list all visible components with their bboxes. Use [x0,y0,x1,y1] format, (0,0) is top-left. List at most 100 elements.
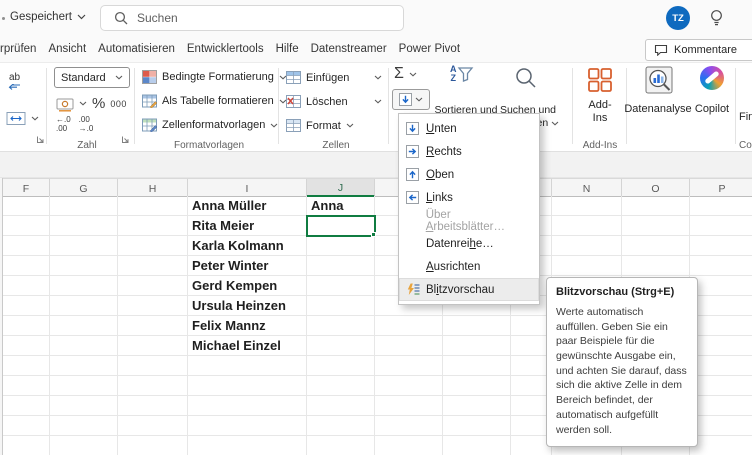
cell-i1[interactable]: Anna Müller [188,196,307,216]
cell-h8[interactable] [118,336,188,356]
active-cell-j2[interactable] [306,215,376,237]
cell-g9[interactable] [50,356,118,376]
cell-g3[interactable] [50,236,118,256]
number-format-dropdown[interactable]: Standard [54,67,130,88]
cell-styles-button[interactable]: Zellenformatvorlagen [142,118,278,132]
column-header-g[interactable]: G [50,179,118,197]
cell-i12[interactable] [188,416,307,436]
menu-item-blitzvorschau[interactable]: Blitzvorschau [399,278,539,301]
cell-n2[interactable] [552,216,622,236]
cell-f8[interactable] [3,336,50,356]
conditional-formatting-button[interactable]: Bedingte Formatierung [142,70,287,84]
tab-ansicht[interactable]: Ansicht [48,41,86,57]
percent-style-button[interactable]: % [92,95,105,112]
cell-f6[interactable] [3,296,50,316]
cell-g5[interactable] [50,276,118,296]
cell-h9[interactable] [118,356,188,376]
cell-f11[interactable] [3,396,50,416]
find-select-icon[interactable] [514,66,538,90]
copilot-icon[interactable] [700,66,724,90]
cell-i3[interactable]: Karla Kolmann [188,236,307,256]
cell-p4[interactable] [690,256,752,276]
column-header-n[interactable]: N [552,179,622,197]
column-header-j[interactable]: J [307,179,375,197]
cell-i5[interactable]: Gerd Kempen [188,276,307,296]
cell-k12[interactable] [375,416,443,436]
tab-entwicklertools[interactable]: Entwicklertools [187,41,264,57]
add-ins-icon[interactable] [587,67,613,93]
fill-button-open[interactable] [392,89,430,110]
format-as-table-button[interactable]: Als Tabelle formatieren [142,94,287,108]
accounting-format-button[interactable]: % 000 [56,95,127,112]
search-input[interactable] [137,11,367,25]
cell-j11[interactable] [307,396,375,416]
cell-n4[interactable] [552,256,622,276]
tab-power-pivot[interactable]: Power Pivot [399,41,460,57]
zahl-dialog-launcher[interactable] [121,135,130,144]
column-header-i[interactable]: I [188,179,307,197]
cell-g12[interactable] [50,416,118,436]
cell-p11[interactable] [690,396,752,416]
cell-l8[interactable] [443,336,511,356]
cell-i9[interactable] [188,356,307,376]
cell-g13[interactable] [50,436,118,455]
increase-decimal-button[interactable]: ←.0.00 [56,115,71,133]
autosum-button[interactable]: Σ [394,66,417,82]
saved-status-dropdown[interactable]: Gespeichert [10,11,86,23]
avatar[interactable]: TZ [666,6,690,30]
cell-f4[interactable] [3,256,50,276]
menu-item-oben[interactable]: Oben [399,163,539,186]
cell-g10[interactable] [50,376,118,396]
cell-g6[interactable] [50,296,118,316]
cell-k9[interactable] [375,356,443,376]
decrease-decimal-button[interactable]: .00→.0 [79,115,94,133]
fill-handle[interactable] [371,232,376,237]
cell-k10[interactable] [375,376,443,396]
tab-datenstreamer[interactable]: Datenstreamer [311,41,387,57]
cell-p1[interactable] [690,196,752,216]
cell-h6[interactable] [118,296,188,316]
cell-i7[interactable]: Felix Mannz [188,316,307,336]
cell-f9[interactable] [3,356,50,376]
cell-g2[interactable] [50,216,118,236]
cell-g8[interactable] [50,336,118,356]
cell-p5[interactable] [690,276,752,296]
lightbulb-icon[interactable] [709,9,724,27]
tab-hilfe[interactable]: Hilfe [276,41,299,57]
cell-p13[interactable] [690,436,752,455]
insert-cells-button[interactable]: Einfügen [286,71,382,84]
column-header-h[interactable]: H [118,179,188,197]
fin-button-cut[interactable]: Fin [739,111,752,123]
cell-k11[interactable] [375,396,443,416]
merge-center-button[interactable] [6,111,39,126]
cell-o2[interactable] [622,216,690,236]
analyze-data-icon[interactable] [644,65,674,95]
cell-l13[interactable] [443,436,511,455]
cell-p10[interactable] [690,376,752,396]
cell-p2[interactable] [690,216,752,236]
cell-f10[interactable] [3,376,50,396]
sort-filter-button[interactable]: AZ [450,65,474,84]
cell-j10[interactable] [307,376,375,396]
delete-cells-button[interactable]: Löschen [286,95,382,108]
cell-f12[interactable] [3,416,50,436]
cell-p12[interactable] [690,416,752,436]
cell-i13[interactable] [188,436,307,455]
cell-l7[interactable] [443,316,511,336]
cell-o4[interactable] [622,256,690,276]
menu-item-rechts[interactable]: Rechts [399,140,539,163]
cell-f3[interactable] [3,236,50,256]
cell-i8[interactable]: Michael Einzel [188,336,307,356]
search-box[interactable] [100,5,404,31]
cell-j12[interactable] [307,416,375,436]
cell-p9[interactable] [690,356,752,376]
cell-h3[interactable] [118,236,188,256]
cell-j5[interactable] [307,276,375,296]
cell-i10[interactable] [188,376,307,396]
cell-n3[interactable] [552,236,622,256]
tab-automatisieren[interactable]: Automatisieren [98,41,175,57]
cell-h2[interactable] [118,216,188,236]
cell-h10[interactable] [118,376,188,396]
cell-f2[interactable] [3,216,50,236]
cell-l9[interactable] [443,356,511,376]
